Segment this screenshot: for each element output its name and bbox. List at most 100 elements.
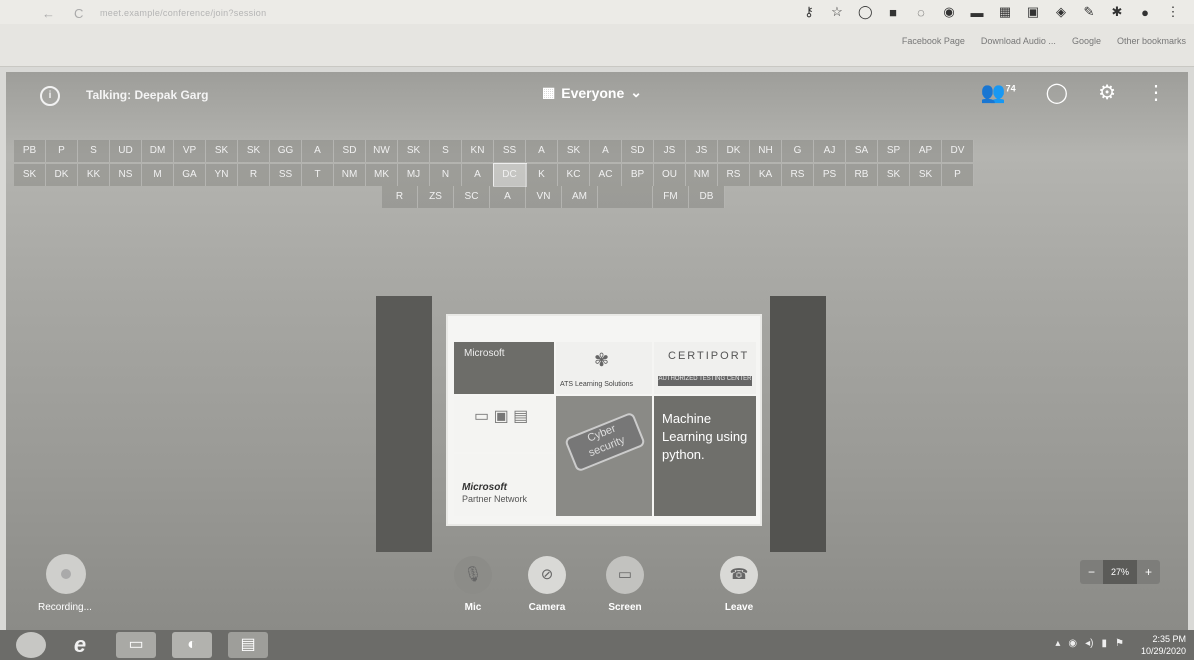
participant-chip[interactable]: DM [142, 140, 174, 162]
extension-icon[interactable]: ◉ [942, 4, 956, 20]
participant-chip[interactable]: MJ [398, 164, 430, 186]
participant-chip[interactable]: SK [910, 164, 942, 186]
more-options-icon[interactable]: ⋮ [1146, 80, 1166, 105]
participant-chip[interactable]: SK [398, 140, 430, 162]
participant-chip[interactable]: VN [526, 186, 562, 208]
participant-chip[interactable]: MK [366, 164, 398, 186]
participant-chip[interactable]: SS [494, 140, 526, 162]
participant-chip[interactable]: NS [110, 164, 142, 186]
participant-chip[interactable]: DC [493, 163, 527, 187]
participant-chip[interactable]: SD [622, 140, 654, 162]
participant-chip[interactable]: KN [462, 140, 494, 162]
participant-chip[interactable]: NM [334, 164, 366, 186]
gear-icon[interactable]: ⚙ [1098, 80, 1116, 105]
chat-icon[interactable]: ◯ [1046, 80, 1068, 105]
key-icon[interactable]: ⚷ [802, 4, 816, 20]
participant-chip[interactable]: DV [942, 140, 974, 162]
participant-chip[interactable]: DK [46, 164, 78, 186]
participant-chip[interactable]: KC [558, 164, 590, 186]
volume-icon[interactable]: ◂) [1085, 638, 1093, 649]
participant-chip[interactable]: SD [334, 140, 366, 162]
participant-chip[interactable]: KK [78, 164, 110, 186]
extension-icon[interactable]: ▣ [1026, 4, 1040, 20]
network-icon[interactable]: ◉ [1068, 638, 1077, 649]
participant-chip[interactable]: P [46, 140, 78, 162]
participant-chip[interactable]: AM [562, 186, 598, 208]
extension-icon[interactable]: ◌ [914, 5, 928, 20]
participant-chip[interactable]: PS [814, 164, 846, 186]
participant-chip[interactable]: DB [689, 186, 725, 208]
participant-chip[interactable] [598, 186, 653, 208]
participant-chip[interactable]: N [430, 164, 462, 186]
participant-chip[interactable]: GG [270, 140, 302, 162]
extension-icon[interactable]: ◈ [1054, 4, 1068, 20]
participant-chip[interactable]: SP [878, 140, 910, 162]
participant-chip[interactable]: RB [846, 164, 878, 186]
puzzle-icon[interactable]: ✱ [1110, 4, 1124, 20]
extension-icon[interactable]: ▬ [970, 5, 984, 20]
participant-chip[interactable]: AC [590, 164, 622, 186]
participant-chip[interactable]: SC [454, 186, 490, 208]
participant-chip[interactable]: S [78, 140, 110, 162]
participant-chip[interactable]: SK [878, 164, 910, 186]
media-player-icon[interactable]: ◐ [172, 632, 212, 658]
participant-chip[interactable]: NH [750, 140, 782, 162]
participant-chip[interactable]: P [942, 164, 974, 186]
participant-chip[interactable]: SK [238, 140, 270, 162]
signal-icon[interactable]: ▮ [1102, 638, 1108, 649]
file-explorer-icon[interactable]: ▭ [116, 632, 156, 658]
mic-button[interactable]: 🎙 [454, 556, 492, 594]
bookmark-item[interactable]: Facebook Page [902, 36, 965, 46]
participant-chip[interactable]: JS [654, 140, 686, 162]
bookmark-item[interactable]: Download Audio ... [981, 36, 1056, 46]
participant-chip[interactable]: M [142, 164, 174, 186]
participant-chip[interactable]: SK [14, 164, 46, 186]
bookmark-item[interactable]: Google [1072, 36, 1101, 46]
star-icon[interactable]: ☆ [830, 4, 844, 20]
participant-chip[interactable]: SK [558, 140, 590, 162]
address-bar[interactable]: meet.example/conference/join?session [100, 8, 266, 18]
participant-chip[interactable]: BP [622, 164, 654, 186]
menu-kebab-icon[interactable]: ⋮ [1166, 4, 1180, 20]
participant-chip[interactable]: A [302, 140, 334, 162]
participant-chip[interactable]: NW [366, 140, 398, 162]
flag-icon[interactable]: ⚑ [1115, 638, 1124, 649]
profile-avatar[interactable]: ● [1138, 5, 1152, 20]
screen-share-button[interactable]: ▭ [606, 556, 644, 594]
start-button[interactable] [16, 632, 46, 658]
participant-chip[interactable]: A [590, 140, 622, 162]
participant-chip[interactable]: YN [206, 164, 238, 186]
zoom-in-button[interactable]: + [1137, 565, 1160, 579]
participant-chip[interactable]: NM [686, 164, 718, 186]
participant-chip[interactable]: FM [653, 186, 689, 208]
participant-chip[interactable]: S [430, 140, 462, 162]
info-icon[interactable]: i [40, 86, 60, 106]
participant-chip[interactable]: AJ [814, 140, 846, 162]
taskbar-clock[interactable]: 2:35 PM 10/29/2020 [1141, 633, 1186, 657]
participant-chip[interactable]: R [382, 186, 418, 208]
participant-chip[interactable]: DK [718, 140, 750, 162]
app-icon[interactable]: ▤ [228, 632, 268, 658]
participant-chip[interactable]: ZS [418, 186, 454, 208]
participant-chip[interactable]: RS [782, 164, 814, 186]
tray-arrow-icon[interactable]: ▴ [1055, 638, 1060, 649]
bookmark-item[interactable]: Other bookmarks [1117, 36, 1186, 46]
participant-chip[interactable]: OU [654, 164, 686, 186]
back-button[interactable]: ← [42, 6, 55, 21]
participant-chip[interactable]: VP [174, 140, 206, 162]
participant-chip[interactable]: A [490, 186, 526, 208]
zoom-out-button[interactable]: − [1080, 565, 1103, 579]
participant-chip[interactable]: T [302, 164, 334, 186]
recording-button[interactable] [46, 554, 86, 594]
participant-chip[interactable]: SK [206, 140, 238, 162]
leave-button[interactable]: ☎ [720, 556, 758, 594]
participant-chip[interactable]: A [462, 164, 494, 186]
participant-chip[interactable]: RS [718, 164, 750, 186]
extension-icon[interactable]: ✎ [1082, 4, 1096, 20]
participant-chip[interactable]: G [782, 140, 814, 162]
extension-icon[interactable]: ◯ [858, 4, 873, 20]
participant-chip[interactable]: KA [750, 164, 782, 186]
participant-chip[interactable]: R [238, 164, 270, 186]
participant-chip[interactable]: K [526, 164, 558, 186]
extension-icon[interactable]: ■ [886, 5, 900, 20]
